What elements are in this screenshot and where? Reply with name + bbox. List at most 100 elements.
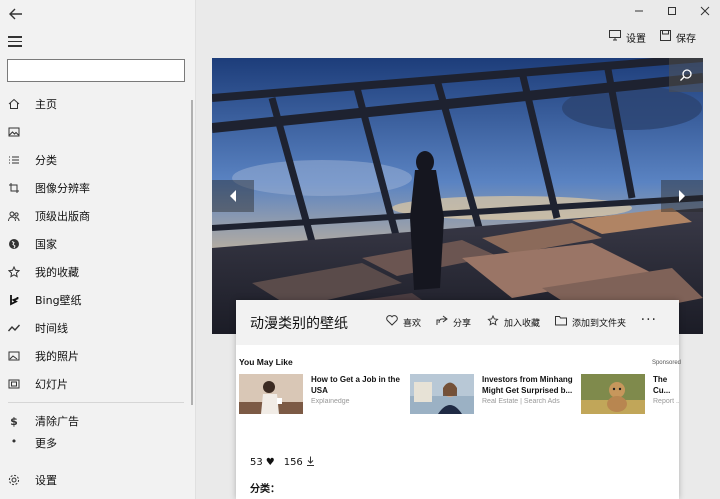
next-image-button[interactable] xyxy=(661,180,703,212)
search-icon xyxy=(680,69,692,81)
sidebar-item-favorites[interactable]: 我的收藏 xyxy=(0,258,192,286)
maximize-icon xyxy=(668,7,676,15)
sidebar-item-label: 幻灯片 xyxy=(35,378,68,391)
add-to-folder-label: 添加到文件夹 xyxy=(572,318,627,329)
sidebar-item-label: 顶级出版商 xyxy=(35,210,90,223)
heart-filled-icon: ♥ xyxy=(265,457,275,468)
sidebar-item-label: 国家 xyxy=(35,238,57,251)
ad-item[interactable]: The Cu... Breeds Report ... xyxy=(581,374,679,416)
download-icon xyxy=(306,456,315,469)
monitor-icon xyxy=(609,30,621,44)
folder-icon xyxy=(555,315,567,329)
sidebar-item-label: 主页 xyxy=(35,98,57,111)
save-button[interactable]: 保存 xyxy=(660,29,696,45)
search-input[interactable] xyxy=(7,59,185,82)
sidebar-divider xyxy=(8,402,184,403)
more-icon: • xyxy=(10,435,18,448)
sidebar-nav: 主页 分类 图像分辨率 顶级出版商 国家 我的收藏 Bing壁纸 时间线 我的照… xyxy=(0,90,192,449)
back-button[interactable] xyxy=(8,6,24,22)
sidebar-item-categories[interactable]: 分类 xyxy=(0,146,192,174)
wallpaper-stats: 53 ♥ 156 xyxy=(250,456,324,469)
like-button[interactable]: 喜欢 xyxy=(386,315,421,329)
home-icon xyxy=(8,98,20,110)
ad-item[interactable]: Investors from Minhang Might Get Surpris… xyxy=(410,374,582,416)
more-options-button[interactable]: ··· xyxy=(641,312,657,328)
hamburger-menu-icon[interactable] xyxy=(8,36,22,48)
maximize-button[interactable] xyxy=(665,4,679,18)
minimize-icon xyxy=(635,10,643,12)
sidebar-item-label: 时间线 xyxy=(35,322,68,335)
ad-title: How to Get a Job in the USA xyxy=(311,375,400,395)
ad-title: Investors from Minhang Might Get Surpris… xyxy=(482,375,573,395)
image-search-button[interactable] xyxy=(669,58,703,92)
share-icon xyxy=(436,315,448,329)
sidebar-item-slideshow[interactable]: 幻灯片 xyxy=(0,370,192,398)
list-icon xyxy=(8,154,20,166)
category-label: 分类： xyxy=(250,484,280,495)
wallpaper-image[interactable] xyxy=(212,58,703,334)
sidebar-scrollbar[interactable] xyxy=(191,100,193,405)
sponsored-label: Sponsored xyxy=(651,360,681,366)
slideshow-icon xyxy=(8,378,20,390)
sponsored-ads: You May Like Sponsored How to Get a Job … xyxy=(236,356,681,418)
star-icon xyxy=(487,314,499,329)
downloads-count: 156 xyxy=(283,457,303,468)
dollar-icon: $ xyxy=(10,414,18,428)
sidebar-item-my-photos[interactable]: 我的照片 xyxy=(0,342,192,370)
sidebar-item-label: 我的照片 xyxy=(35,350,79,363)
ad-source: Explainedge xyxy=(311,398,350,405)
close-button[interactable] xyxy=(698,4,712,18)
save-label: 保存 xyxy=(676,33,696,45)
share-button[interactable]: 分享 xyxy=(436,315,471,329)
settings-label: 设置 xyxy=(626,33,646,45)
add-favorite-label: 加入收藏 xyxy=(504,318,541,329)
ad-thumbnail xyxy=(410,374,474,414)
back-arrow-icon xyxy=(9,8,22,20)
sidebar-item-timeline[interactable]: 时间线 xyxy=(0,314,192,342)
save-icon xyxy=(660,30,671,44)
add-favorite-button[interactable]: 加入收藏 xyxy=(487,314,541,329)
sidebar-item-remove-ads[interactable]: $ 清除广告 xyxy=(0,407,192,435)
image-icon xyxy=(8,126,20,138)
globe-icon xyxy=(8,238,20,250)
ad-thumbnail xyxy=(239,374,303,414)
ad-source: Report ... xyxy=(653,398,679,405)
gear-icon xyxy=(8,474,20,486)
close-icon xyxy=(700,6,710,16)
sidebar-item-label: 清除广告 xyxy=(35,415,79,428)
wallpaper-detail-card: 动漫类别的壁纸 喜欢 分享 加入收藏 添加到文件夹 ··· You May Li… xyxy=(236,300,681,499)
sidebar-item-countries[interactable]: 国家 xyxy=(0,230,192,258)
ad-item[interactable]: How to Get a Job in the USA Explainedge xyxy=(239,374,411,416)
add-to-folder-button[interactable]: 添加到文件夹 xyxy=(555,315,626,329)
sidebar-item-label: Bing壁纸 xyxy=(35,294,82,307)
heart-icon xyxy=(386,315,398,329)
photo-icon xyxy=(8,350,20,362)
card-header: 动漫类别的壁纸 喜欢 分享 加入收藏 添加到文件夹 ··· xyxy=(236,300,679,345)
like-label: 喜欢 xyxy=(403,318,422,329)
share-label: 分享 xyxy=(453,318,472,329)
sidebar-item-more[interactable]: • 更多 xyxy=(0,435,192,449)
people-icon xyxy=(8,210,20,222)
sidebar: 主页 分类 图像分辨率 顶级出版商 国家 我的收藏 Bing壁纸 时间线 我的照… xyxy=(0,0,196,499)
chevron-right-icon xyxy=(679,190,685,202)
wallpaper-title: 动漫类别的壁纸 xyxy=(250,315,348,332)
ads-title: You May Like xyxy=(239,357,293,367)
sidebar-item-home[interactable]: 主页 xyxy=(0,90,192,118)
chevron-left-icon xyxy=(230,190,236,202)
sidebar-item-label: 分类 xyxy=(35,154,57,167)
settings-button[interactable]: 设置 xyxy=(609,29,646,45)
previous-image-button[interactable] xyxy=(212,180,254,212)
crop-icon xyxy=(8,182,20,194)
ad-title: The Cu... Breeds xyxy=(653,375,671,395)
minimize-button[interactable] xyxy=(632,4,646,18)
ad-thumbnail xyxy=(581,374,645,414)
timeline-icon xyxy=(8,322,20,334)
sidebar-item-resolution[interactable]: 图像分辨率 xyxy=(0,174,192,202)
sidebar-item-bing[interactable]: Bing壁纸 xyxy=(0,286,192,314)
star-icon xyxy=(8,266,20,278)
sidebar-item-image[interactable] xyxy=(0,118,192,146)
sidebar-item-publishers[interactable]: 顶级出版商 xyxy=(0,202,192,230)
bing-icon xyxy=(8,294,20,306)
sidebar-item-settings[interactable]: 设置 xyxy=(0,466,192,494)
sidebar-item-label: 设置 xyxy=(35,474,57,487)
